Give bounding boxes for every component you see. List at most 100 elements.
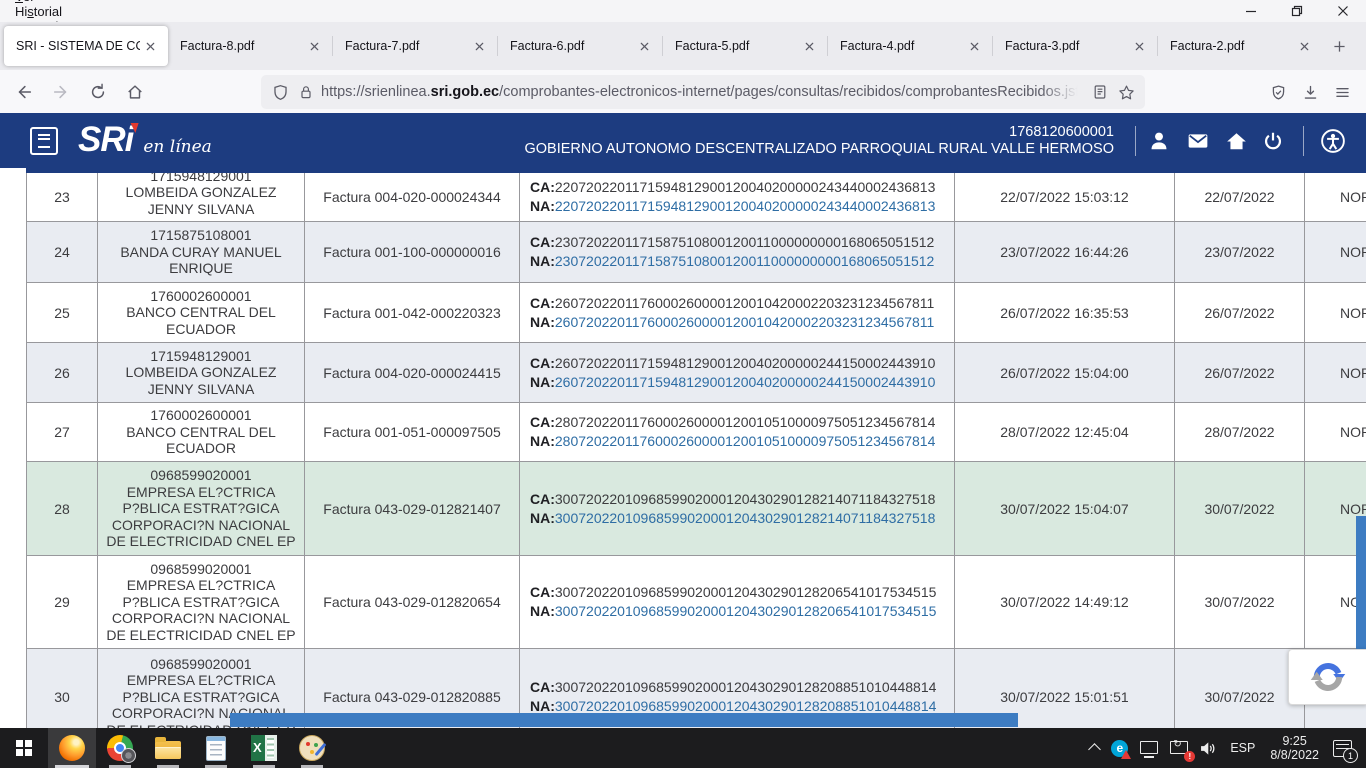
authorization-number-link[interactable]: 2607202201176000260000120010420002203231… (555, 314, 934, 330)
chrome-icon (107, 735, 133, 761)
close-button[interactable] (1320, 0, 1366, 22)
session-info: 1768120600001 GOBIERNO AUTONOMO DESCENTR… (524, 124, 1114, 158)
tab-close-button[interactable] (469, 36, 489, 56)
cell-supplier: 1715948129001LOMBEIDA GONZALEZJENNY SILV… (98, 343, 305, 402)
downloads-button[interactable] (1294, 76, 1326, 108)
authorization-number-link[interactable]: 2207202201171594812900120040200000243440… (555, 198, 935, 214)
hamburger-icon (1334, 84, 1351, 101)
supplier-line: P?BLICA ESTRAT?GICA (103, 594, 299, 611)
tray-expand-button[interactable] (1084, 728, 1105, 768)
cell-issue-date: 30/07/2022 (1175, 556, 1305, 648)
messages-button[interactable] (1183, 127, 1213, 155)
access-key-line: CA:3007202201096859902000120430290128206… (530, 583, 954, 602)
start-button[interactable] (0, 728, 48, 768)
tab-factura-6-pdf[interactable]: Factura-6.pdf (498, 26, 662, 66)
na-label: NA: (530, 510, 555, 526)
table-row: 261715948129001LOMBEIDA GONZALEZJENNY SI… (26, 343, 1366, 403)
firefox-taskbar-button[interactable] (48, 728, 96, 768)
cell-issue-date: 30/07/2022 (1175, 462, 1305, 555)
tab-factura-3-pdf[interactable]: Factura-3.pdf (993, 26, 1157, 66)
home-button[interactable] (119, 76, 151, 108)
tab-close-button[interactable] (964, 36, 984, 56)
tab-close-button[interactable] (634, 36, 654, 56)
tab-sri-sistema-de-comp[interactable]: SRI - SISTEMA DE COMP (4, 26, 168, 66)
window-controls (1228, 0, 1366, 22)
mail-icon (1186, 130, 1210, 152)
authorization-number-link[interactable]: 3007202201096859902000120430290128206541… (555, 603, 937, 619)
accessibility-button[interactable] (1318, 127, 1348, 155)
bookmark-star-button[interactable] (1113, 79, 1139, 105)
cell-document: Factura 043-029-012820654 (305, 556, 520, 648)
table-row: 271760002600001BANCO CENTRAL DELECUADORF… (26, 403, 1366, 462)
tab-factura-2-pdf[interactable]: Factura-2.pdf (1158, 26, 1322, 66)
recaptcha-badge[interactable] (1288, 649, 1366, 705)
table-row: 231715948129001LOMBEIDA GONZALEZJENNY SI… (26, 173, 1366, 222)
ca-label: CA: (530, 491, 555, 507)
restore-button[interactable] (1274, 0, 1320, 22)
supplier-line: 0968599020001 (103, 656, 299, 673)
paint-taskbar-button[interactable] (288, 728, 336, 768)
table-row: 251760002600001BANCO CENTRAL DELECUADORF… (26, 283, 1366, 343)
authorization-number-link[interactable]: 2307202201171587510800120011000000000168… (555, 253, 934, 269)
new-tab-button[interactable] (1322, 29, 1356, 63)
menu-historial[interactable]: Historial (6, 4, 102, 19)
supplier-line: BANCO CENTRAL DEL (103, 424, 299, 441)
tab-factura-4-pdf[interactable]: Factura-4.pdf (828, 26, 992, 66)
back-button[interactable] (8, 76, 40, 108)
sri-logo[interactable]: SRi en línea (78, 121, 212, 159)
cell-access-key: CA:2307202201171587510800120011000000000… (520, 222, 955, 282)
minimize-button[interactable] (1228, 0, 1274, 22)
supplier-line: DE ELECTRICIDAD CNEL EP (103, 533, 299, 550)
antivirus-tray-button[interactable] (1105, 728, 1134, 768)
file-explorer-taskbar-button[interactable] (144, 728, 192, 768)
authorization-number-link[interactable]: 3007202201096859902000120430290128208851… (555, 698, 937, 714)
access-key-line: CA:3007202201096859902000120430290128208… (530, 678, 954, 697)
reload-button[interactable] (82, 76, 114, 108)
network-tray-button[interactable] (1134, 728, 1164, 768)
authorization-line: NA:2607202201176000260000120010420002203… (530, 313, 954, 332)
clock[interactable]: 9:25 8/8/2022 (1262, 734, 1327, 762)
cell-authorization-datetime: 30/07/2022 15:04:07 (955, 462, 1175, 555)
chrome-taskbar-button[interactable] (96, 728, 144, 768)
notepad-taskbar-button[interactable] (192, 728, 240, 768)
tab-factura-7-pdf[interactable]: Factura-7.pdf (333, 26, 497, 66)
tab-close-button[interactable] (1129, 36, 1149, 56)
reader-mode-button[interactable] (1087, 79, 1113, 105)
authorization-number-link[interactable]: 2607202201171594812900120040200000244150… (555, 374, 935, 390)
app-menu-button[interactable] (1326, 76, 1358, 108)
profile-button[interactable] (1144, 127, 1174, 155)
lock-icon[interactable] (293, 79, 319, 105)
tab-title: Factura-6.pdf (510, 39, 634, 53)
cell-supplier: 0968599020001EMPRESA EL?CTRICAP?BLICA ES… (98, 556, 305, 648)
excel-taskbar-button[interactable] (240, 728, 288, 768)
tab-close-button[interactable] (799, 36, 819, 56)
tab-close-button[interactable] (140, 36, 160, 56)
tab-close-button[interactable] (304, 36, 324, 56)
language-indicator[interactable]: ESP (1223, 741, 1262, 755)
authorization-number-link[interactable]: 2807202201176000260000120010510000975051… (555, 433, 935, 449)
authorization-line: NA:3007202201096859902000120430290128206… (530, 602, 954, 621)
extension-shield-button[interactable] (1262, 76, 1294, 108)
tab-factura-8-pdf[interactable]: Factura-8.pdf (168, 26, 332, 66)
action-center-button[interactable]: 1 (1327, 728, 1358, 768)
forward-button[interactable] (45, 76, 77, 108)
tab-close-button[interactable] (1294, 36, 1314, 56)
logout-button[interactable] (1258, 127, 1288, 155)
volume-tray-button[interactable] (1194, 728, 1223, 768)
cell-document: Factura 001-051-000097505 (305, 403, 520, 461)
screenshare-tray-button[interactable]: ! (1164, 728, 1194, 768)
supplier-line: 1715948129001 (103, 348, 299, 365)
sri-menu-button[interactable] (30, 127, 58, 155)
session-entity-name: GOBIERNO AUTONOMO DESCENTRALIZADO PARROQ… (524, 141, 1114, 158)
close-tab-icon (1299, 41, 1310, 52)
shield-icon[interactable] (267, 79, 293, 105)
horizontal-scrollbar-thumb[interactable] (230, 713, 1018, 727)
url-bar[interactable]: https://srienlinea.sri.gob.ec/comprobant… (261, 75, 1145, 109)
cell-access-key: CA:2607202201176000260000120010420002203… (520, 283, 955, 342)
home-portal-button[interactable] (1221, 127, 1251, 155)
clock-date: 8/8/2022 (1270, 748, 1319, 762)
authorization-number-link[interactable]: 3007202201096859902000120430290128214071… (555, 510, 935, 526)
tab-factura-5-pdf[interactable]: Factura-5.pdf (663, 26, 827, 66)
url-text[interactable]: https://srienlinea.sri.gob.ec/comprobant… (321, 84, 1087, 100)
vertical-scrollbar-thumb[interactable] (1356, 516, 1366, 652)
